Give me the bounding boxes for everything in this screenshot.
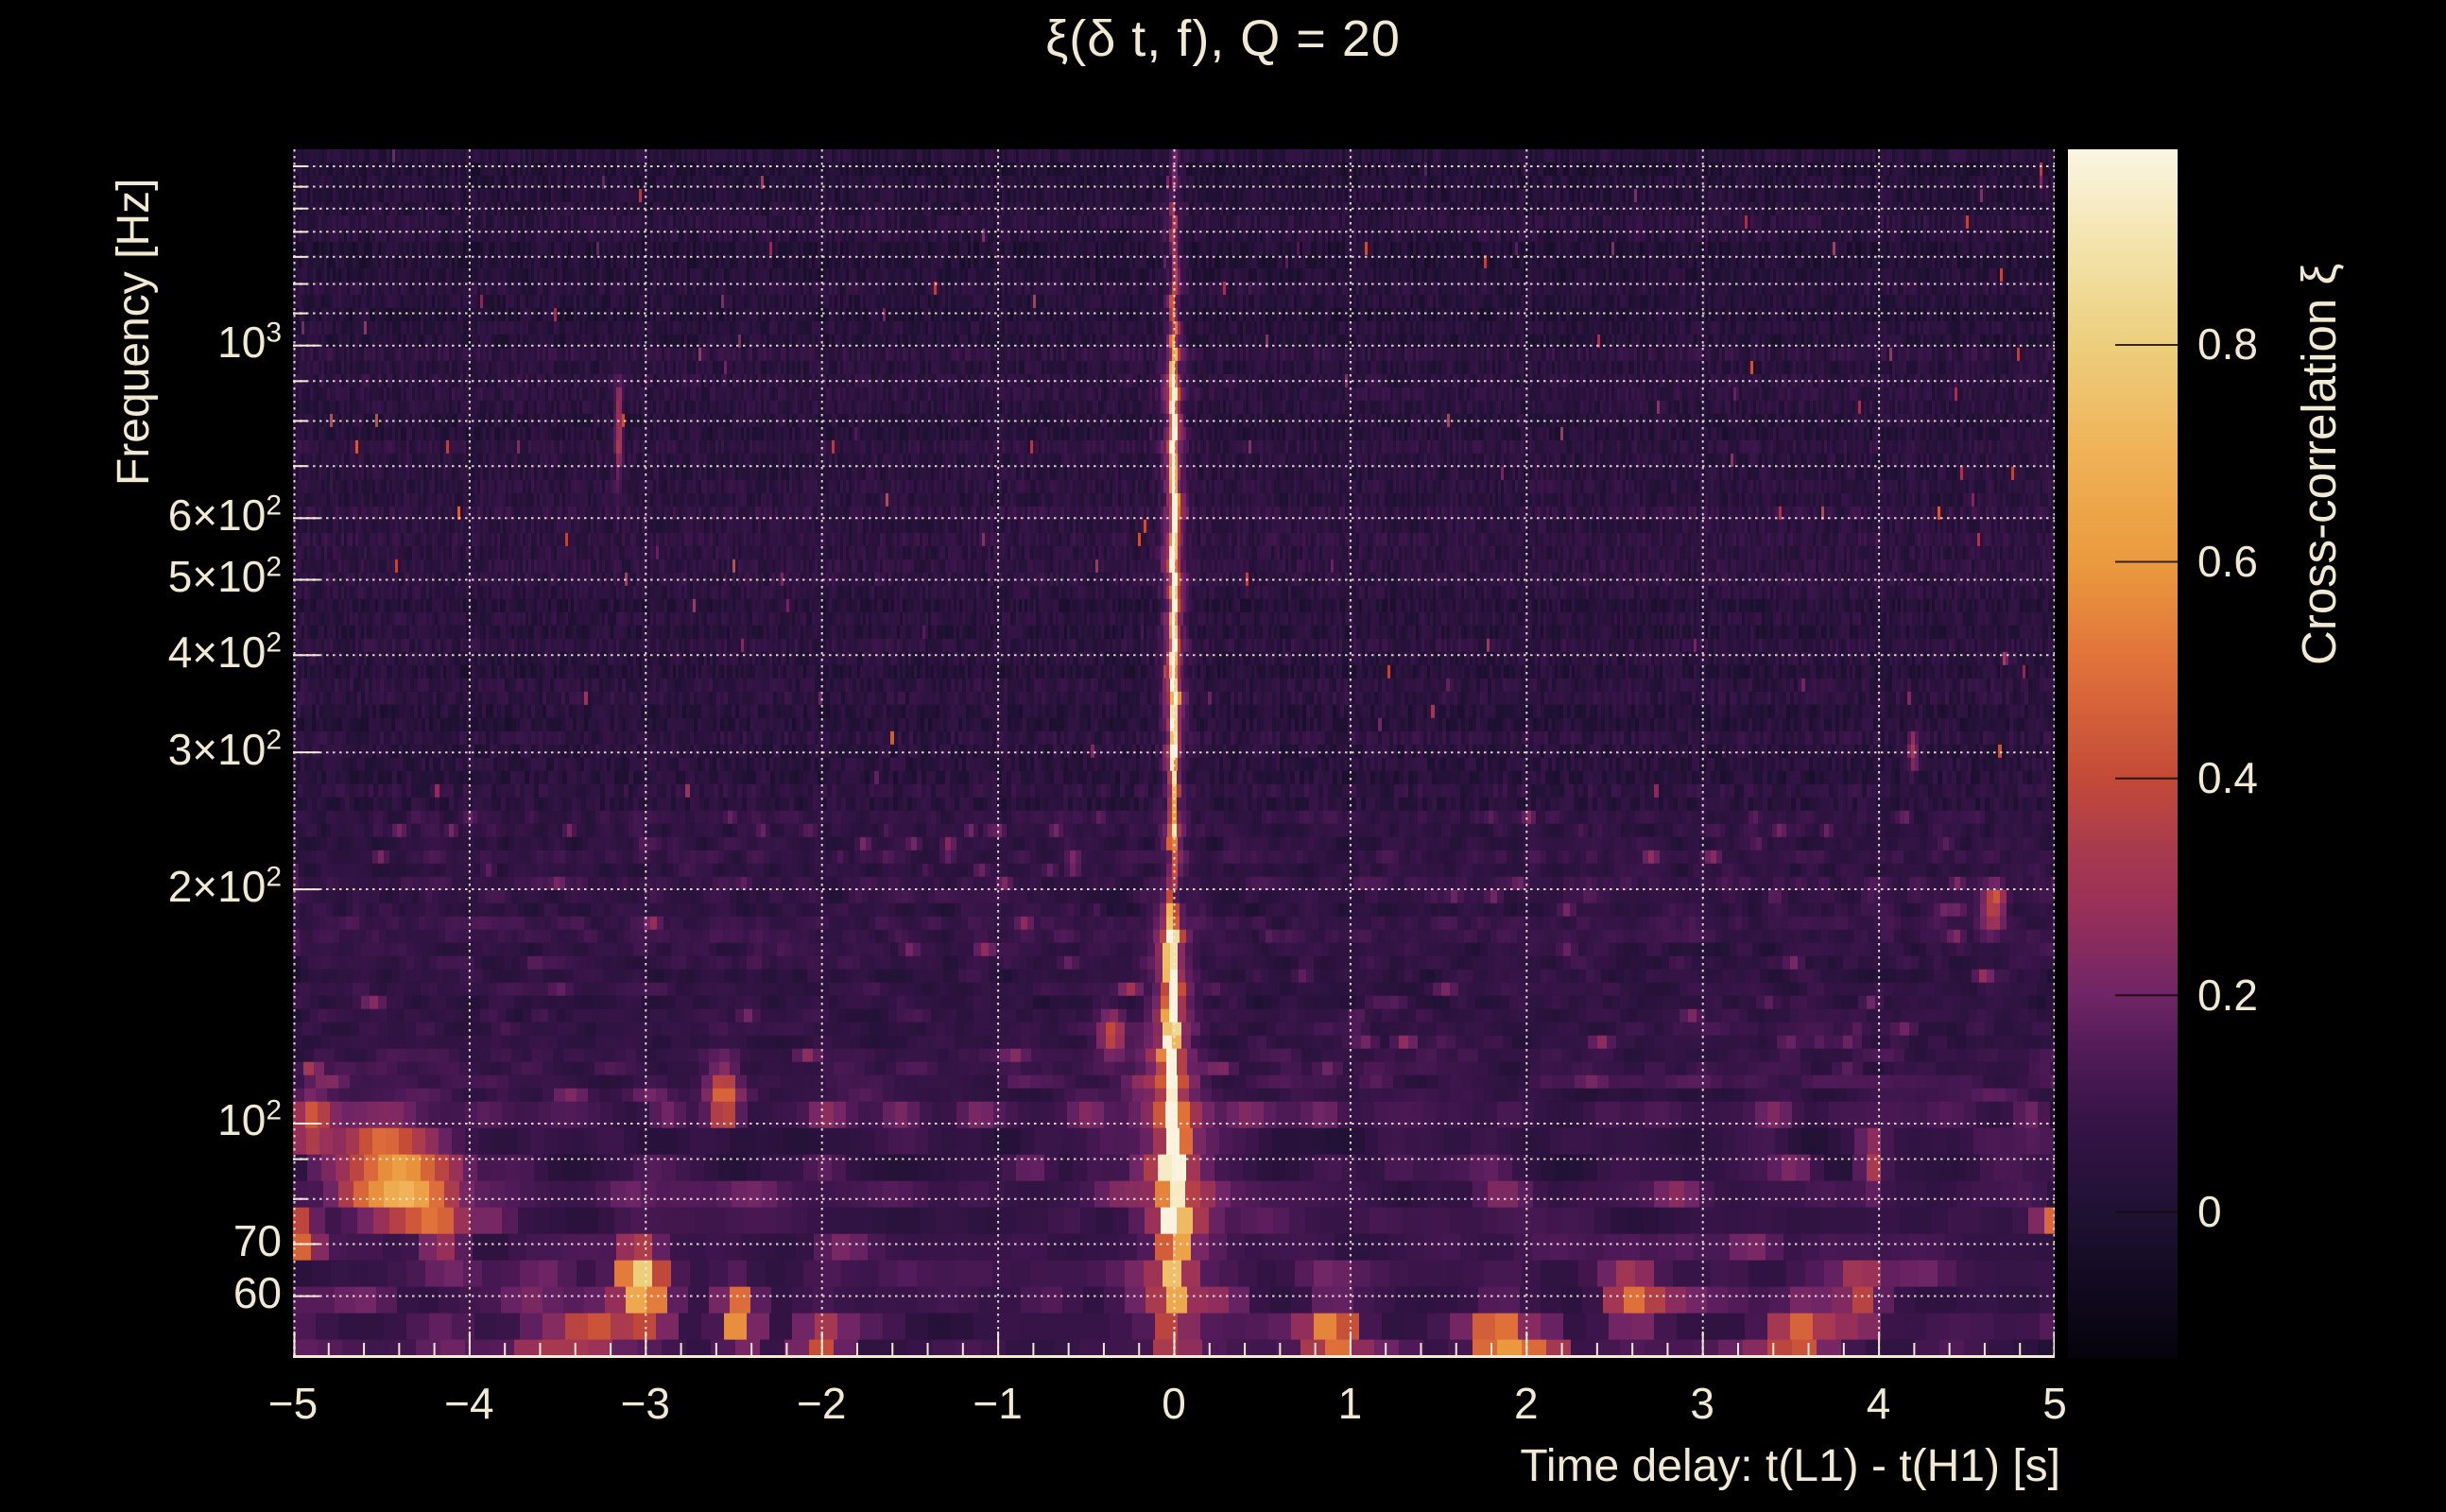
colorbar-tick-label: 0.4: [2197, 753, 2258, 803]
y-tick-label: 5×102: [167, 551, 282, 601]
y-tick-label: 4×102: [167, 627, 282, 677]
colorbar-tick-label: 0: [2197, 1187, 2222, 1237]
heatmap-canvas: [293, 149, 2055, 1358]
x-tick-label: −4: [444, 1379, 494, 1428]
y-tick-label: 103: [217, 317, 282, 368]
x-tick-label: 3: [1690, 1379, 1714, 1428]
x-tick-label: −3: [620, 1379, 671, 1428]
y-tick-label: 60: [233, 1268, 282, 1318]
x-tick-label: 2: [1514, 1379, 1539, 1428]
x-axis-title: Time delay: t(L1) - t(H1) [s]: [1520, 1441, 2060, 1491]
colorbar-tick-label: 0.2: [2197, 970, 2258, 1020]
colorbar-canvas: [2068, 149, 2178, 1358]
y-tick-label: 6×102: [167, 490, 282, 540]
x-tick-label: −1: [973, 1379, 1023, 1428]
x-tick-label: 4: [1866, 1379, 1891, 1428]
colorbar-tick-label: 0.8: [2197, 319, 2258, 369]
x-tick-label: 5: [2042, 1379, 2067, 1428]
x-tick-label: −5: [267, 1379, 319, 1428]
chart-title: ξ(δ t, f), Q = 20: [1045, 10, 1401, 67]
y-tick-label: 70: [233, 1215, 282, 1265]
cross-correlation-figure: ξ(δ t, f), Q = 20 Frequency [Hz] Time de…: [0, 0, 2446, 1512]
colorbar-title: Cross-correlation ξ: [2292, 263, 2346, 665]
y-tick-label: 3×102: [167, 724, 282, 774]
colorbar-tick-label: 0.6: [2197, 536, 2258, 586]
x-tick-label: −2: [796, 1379, 847, 1428]
x-tick-label: 0: [1162, 1379, 1186, 1428]
x-tick-label: 1: [1337, 1379, 1363, 1428]
y-tick-label: 102: [217, 1095, 282, 1145]
y-tick-label: 2×102: [167, 861, 282, 911]
